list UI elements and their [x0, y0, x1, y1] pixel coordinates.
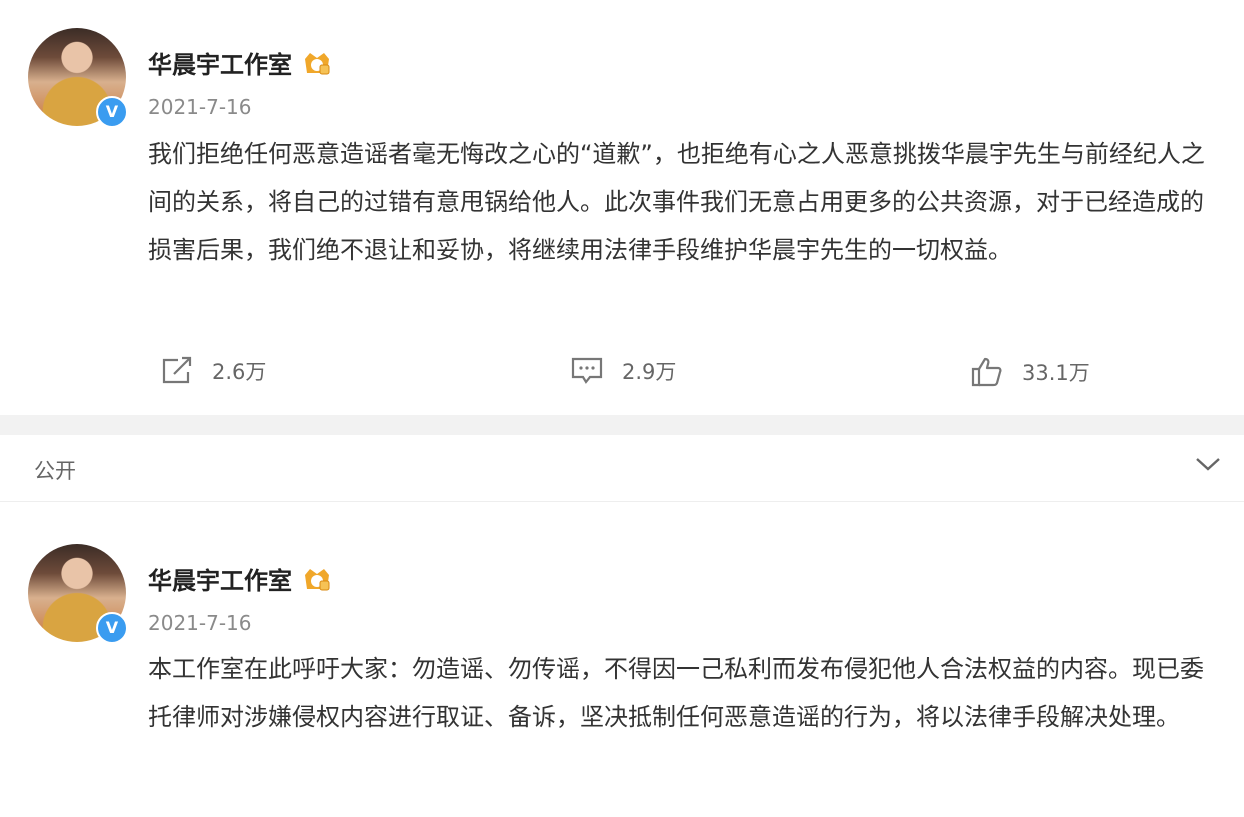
repost-icon — [162, 356, 192, 384]
repost-button[interactable]: 2.6万 — [160, 356, 266, 386]
post-content: 我们拒绝任何恶意造谣者毫无悔改之心的“道歉”，也拒绝有心之人恶意挑拨华晨宇先生与… — [148, 140, 1205, 264]
crown-badge-icon — [302, 565, 332, 599]
weibo-post-2: V 华晨宇工作室 2021-7-16 本工作室在此呼吁大家：勿造谣、勿传谣，不得… — [0, 502, 1244, 817]
author-name[interactable]: 华晨宇工作室 — [148, 567, 292, 595]
post-date: 2021-7-16 — [148, 95, 252, 119]
like-count: 33.1万 — [1022, 361, 1090, 385]
avatar[interactable]: V — [28, 28, 128, 128]
crown-badge-icon — [302, 49, 332, 83]
author-name-row: 华晨宇工作室 — [148, 561, 332, 599]
comment-count: 2.9万 — [622, 360, 677, 384]
visibility-label: 公开 — [34, 459, 76, 483]
comment-icon — [571, 357, 603, 384]
verified-badge-icon: V — [96, 612, 128, 644]
visibility-bar[interactable]: 公开 — [0, 435, 1244, 502]
avatar[interactable]: V — [28, 544, 128, 644]
verified-badge-icon: V — [96, 96, 128, 128]
comment-button[interactable]: 2.9万 — [570, 356, 676, 386]
repost-count: 2.6万 — [212, 360, 267, 384]
thumbs-up-icon — [971, 357, 1002, 387]
action-bar: 2.6万 2.9万 33.1万 — [0, 356, 1244, 400]
like-button[interactable]: 33.1万 — [970, 356, 1090, 388]
weibo-post-1: V 华晨宇工作室 2021-7-16 我们拒绝任何恶意造谣者毫无悔改之心的“道歉… — [0, 0, 1244, 415]
section-separator — [0, 415, 1244, 435]
post-content: 本工作室在此呼吁大家：勿造谣、勿传谣，不得因一己私利而发布侵犯他人合法权益的内容… — [148, 655, 1204, 731]
author-name[interactable]: 华晨宇工作室 — [148, 51, 292, 79]
post-date: 2021-7-16 — [148, 611, 252, 635]
chevron-down-icon[interactable] — [1194, 455, 1222, 477]
author-name-row: 华晨宇工作室 — [148, 45, 332, 83]
